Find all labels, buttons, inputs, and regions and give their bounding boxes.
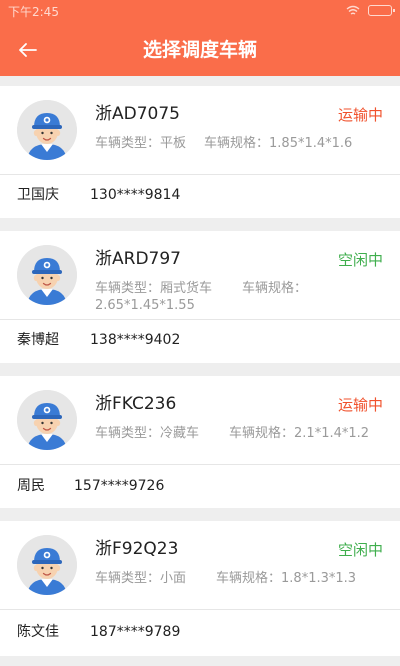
vehicle-meta: 车辆类型：平板 车辆规格：1.85*1.4*1.6 [95,135,392,152]
driver-avatar-icon [17,100,77,160]
wifi-icon [346,5,360,15]
status-bar: 下午2:45 [0,0,400,24]
vehicle-type: 车辆类型：冷藏车 [95,426,200,441]
vehicle-plate: 浙FKC236 [95,394,177,414]
vehicle-card[interactable]: 浙ARD797 空闲中 车辆类型：厢式货车 车辆规格：2.65*1.45*1.55… [0,231,400,363]
app-bar: 选择调度车辆 [0,24,400,76]
vehicle-plate: 浙F92Q23 [95,539,179,559]
card-divider [0,609,400,610]
vehicle-spec: 车辆规格：1.8*1.3*1.3 [216,571,357,586]
driver-avatar-icon [17,535,77,595]
vehicle-card[interactable]: 浙F92Q23 空闲中 车辆类型：小面 车辆规格：1.8*1.3*1.3 陈文佳 … [0,521,400,656]
driver-name: 周民 [17,478,45,494]
driver-name: 卫国庆 [17,187,59,203]
driver-avatar [17,245,77,305]
driver-name: 陈文佳 [17,624,59,640]
driver-avatar [17,390,77,450]
vehicle-status: 运输中 [337,106,383,124]
status-icons [346,5,395,16]
vehicle-type: 车辆类型：厢式货车 [95,281,213,296]
status-time: 下午2:45 [8,5,59,19]
driver-avatar [17,100,77,160]
driver-avatar-icon [17,245,77,305]
driver-avatar [17,535,77,595]
vehicle-meta: 车辆类型：冷藏车 车辆规格：2.1*1.4*1.2 [95,425,392,442]
vehicle-type: 车辆类型：平板 [95,136,187,151]
card-divider [0,319,400,320]
vehicle-meta: 车辆类型：小面 车辆规格：1.8*1.3*1.3 [95,570,392,587]
page-title: 选择调度车辆 [142,39,257,61]
card-divider [0,464,400,465]
vehicle-status: 空闲中 [337,251,383,269]
driver-phone: 157****9726 [74,478,165,494]
vehicle-meta: 车辆类型：厢式货车 车辆规格：2.65*1.45*1.55 [95,280,392,314]
vehicle-status: 运输中 [337,396,383,414]
driver-phone: 138****9402 [90,332,181,348]
driver-phone: 130****9814 [90,187,181,203]
driver-name: 秦博超 [17,332,59,348]
vehicle-type: 车辆类型：小面 [95,571,187,586]
vehicle-spec: 车辆规格：2.1*1.4*1.2 [229,426,370,441]
battery-icon [368,5,395,16]
vehicle-plate: 浙AD7075 [95,104,180,124]
vehicle-card[interactable]: 浙AD7075 运输中 车辆类型：平板 车辆规格：1.85*1.4*1.6 卫国庆… [0,86,400,218]
driver-phone: 187****9789 [90,624,181,640]
vehicle-status: 空闲中 [337,541,383,559]
vehicle-card[interactable]: 浙FKC236 运输中 车辆类型：冷藏车 车辆规格：2.1*1.4*1.2 周民 … [0,376,400,508]
driver-avatar-icon [17,390,77,450]
card-divider [0,174,400,175]
vehicle-plate: 浙ARD797 [95,249,181,269]
vehicle-spec: 车辆规格：1.85*1.4*1.6 [204,136,353,151]
